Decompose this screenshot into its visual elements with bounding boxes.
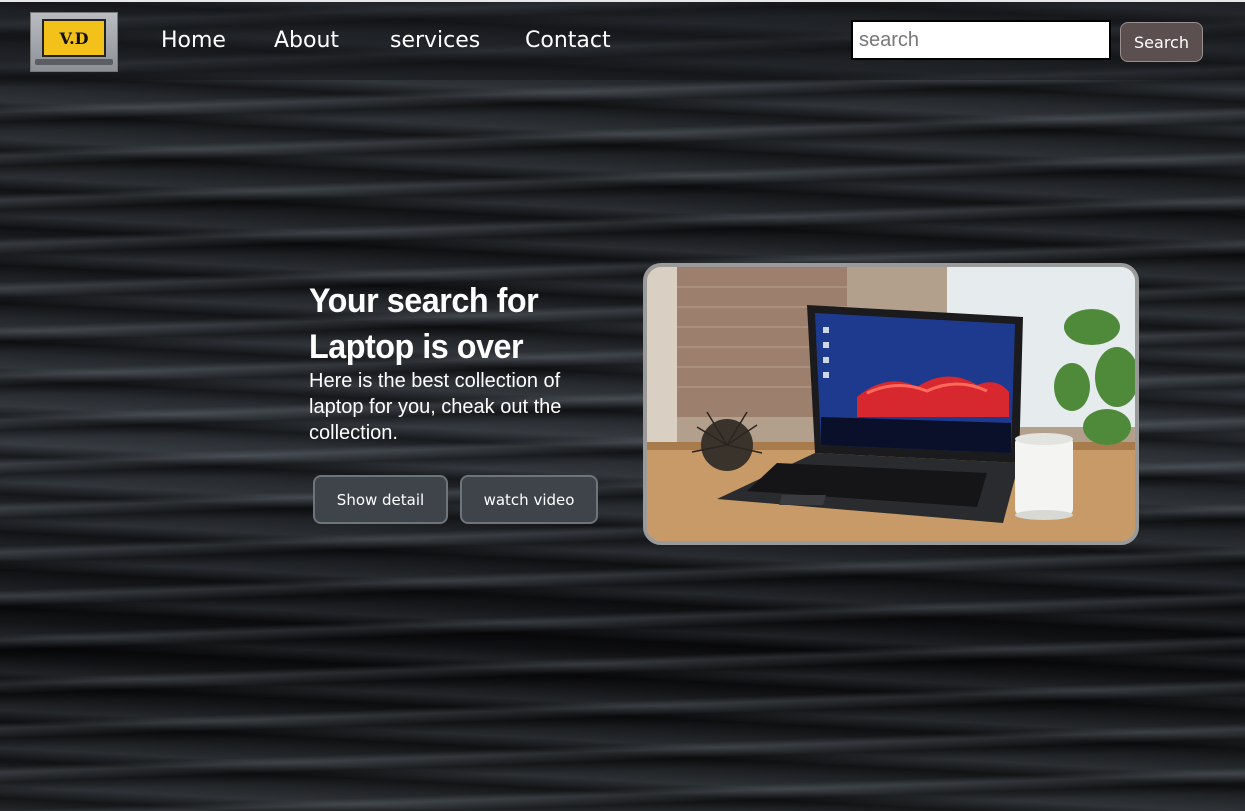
search-input[interactable] [851,20,1111,60]
search-button[interactable]: Search [1120,22,1203,62]
nav-about-link[interactable]: About [274,28,339,53]
nav-home-link[interactable]: Home [161,28,226,53]
laptop-photo [647,267,1135,541]
show-detail-button[interactable]: Show detail [313,475,448,524]
logo-laptop-base [35,59,113,65]
hero-subtitle: Here is the best collection of laptop fo… [309,370,562,444]
logo-text: V.D [42,19,106,57]
laptop-photo-frame [643,263,1139,545]
navbar: V.D Home About services Contact Search [0,0,1245,80]
nav-contact-link[interactable]: Contact [525,28,611,53]
hero-title: Your search for Laptop is over [309,282,539,366]
nav-services-link[interactable]: services [390,28,480,53]
watch-video-button[interactable]: watch video [460,475,598,524]
logo[interactable]: V.D [30,12,118,72]
